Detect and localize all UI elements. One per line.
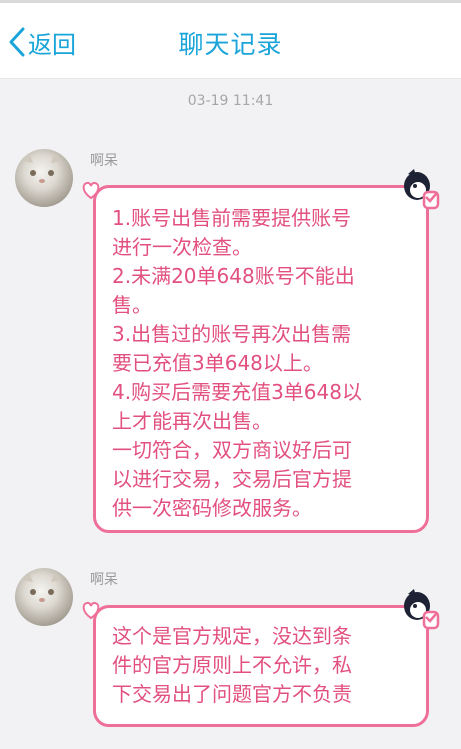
heart-tail-icon xyxy=(82,181,100,200)
penguin-sticker-icon xyxy=(404,169,440,210)
message-text: 1.账号出售前需要提供账号 进行一次检查。 2.未满20单648账号不能出 售。… xyxy=(112,206,362,520)
penguin-sticker-icon xyxy=(404,589,440,630)
message-text: 这个是官方规定，没达到条 件的官方原则上不允许，私 下交易出了问题官方不负责 xyxy=(112,624,352,706)
message-bubble: 1.账号出售前需要提供账号 进行一次检查。 2.未满20单648账号不能出 售。… xyxy=(93,185,429,533)
avatar[interactable] xyxy=(15,149,73,207)
cat-avatar-image xyxy=(23,153,61,183)
cat-avatar-image xyxy=(23,572,61,602)
message-bubble: 这个是官方规定，没达到条 件的官方原则上不允许，私 下交易出了问题官方不负责 xyxy=(93,605,429,727)
message-timestamp: 03-19 11:41 xyxy=(187,93,274,109)
sender-name: 啊呆 xyxy=(90,572,118,588)
navigation-bar: 返回 聊天记录 xyxy=(0,3,461,79)
page-title: 聊天记录 xyxy=(178,30,283,59)
heart-tail-icon xyxy=(82,601,100,620)
avatar[interactable] xyxy=(15,568,73,626)
sender-name: 啊呆 xyxy=(90,153,118,169)
